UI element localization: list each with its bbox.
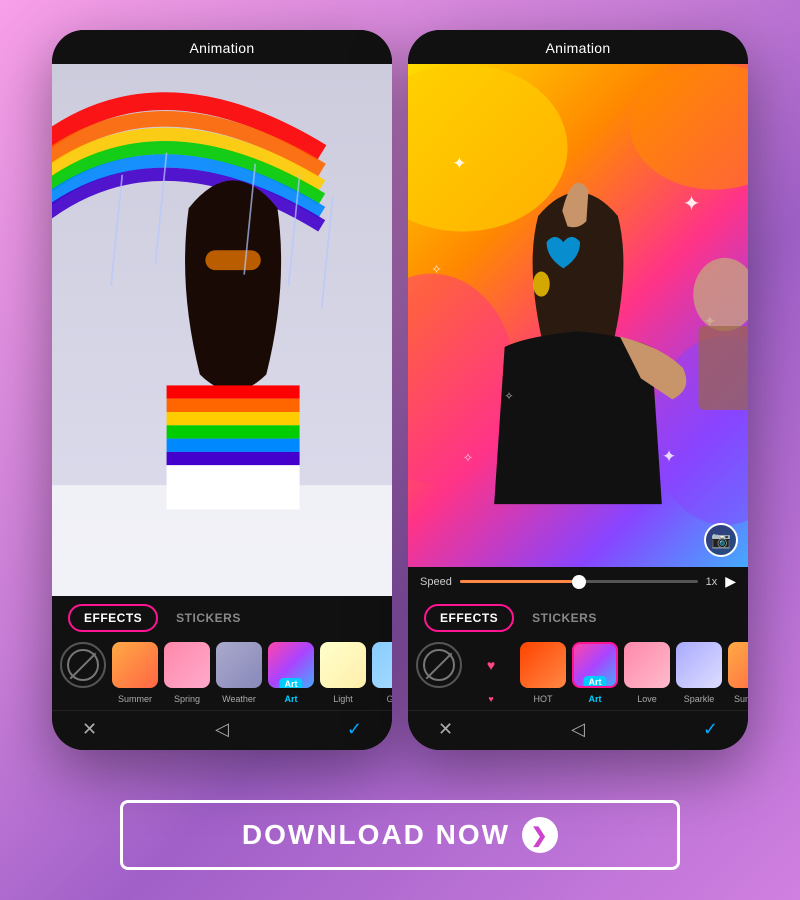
right-effect-art[interactable]: Art xyxy=(572,642,618,688)
left-confirm-button[interactable]: ✓ xyxy=(347,719,362,740)
left-tabs-row: EFFECTS STICKERS xyxy=(52,596,392,638)
left-cancel-button[interactable]: ✕ xyxy=(82,719,97,740)
left-effect-weather[interactable] xyxy=(216,642,262,688)
svg-text:✧: ✧ xyxy=(505,391,514,402)
right-effect-none[interactable] xyxy=(416,642,462,688)
right-label-love: Love xyxy=(624,694,670,704)
left-effect-art[interactable]: Art xyxy=(268,642,314,688)
right-phone-image: ✦ ✦ ✧ ✦ ✧ ✦ ✧ 📷 xyxy=(408,64,748,567)
left-effect-none[interactable] xyxy=(60,642,106,688)
speed-value: 1x xyxy=(706,576,718,588)
right-cancel-button[interactable]: ✕ xyxy=(438,719,453,740)
right-phone-controls: Speed 1x ▶ EFFECTS STICKERS ♥ xyxy=(408,567,748,750)
right-label-summer: Summer xyxy=(728,694,748,704)
left-tab-stickers[interactable]: STICKERS xyxy=(162,604,255,632)
svg-text:✦: ✦ xyxy=(683,193,701,216)
speed-fill xyxy=(460,580,579,583)
left-effect-grid[interactable] xyxy=(372,642,392,688)
heart-icon: ♥ xyxy=(487,657,495,673)
right-effect-labels: ♥ HOT Art Love Sparkle Summer Spring Wea… xyxy=(408,692,748,710)
svg-text:✦: ✦ xyxy=(452,154,466,173)
right-tab-stickers[interactable]: STICKERS xyxy=(518,604,611,632)
right-label-art: Art xyxy=(572,694,618,704)
left-label-art: Art xyxy=(268,694,314,704)
right-effect-summer[interactable] xyxy=(728,642,748,688)
svg-text:✧: ✧ xyxy=(463,451,474,465)
left-bottom-actions: ✕ ◁ ✓ xyxy=(52,710,392,750)
left-art-badge: Art xyxy=(280,678,303,688)
right-effect-heart[interactable]: ♥ xyxy=(468,642,514,688)
left-erase-button[interactable]: ◁ xyxy=(215,719,229,740)
play-button[interactable]: ▶ xyxy=(725,573,736,590)
right-erase-button[interactable]: ◁ xyxy=(571,719,585,740)
download-label: DOWNLOAD NOW xyxy=(242,819,510,851)
right-effect-hot[interactable] xyxy=(520,642,566,688)
none-icon-right xyxy=(423,649,455,681)
left-label-spring: Spring xyxy=(164,694,210,704)
left-effect-spring[interactable] xyxy=(164,642,210,688)
left-label-summer: Summer xyxy=(112,694,158,704)
right-effect-love[interactable] xyxy=(624,642,670,688)
right-effects-row: ♥ Art xyxy=(408,638,748,692)
none-icon xyxy=(67,649,99,681)
speed-thumb xyxy=(572,575,586,589)
right-effect-sparkle[interactable] xyxy=(676,642,722,688)
left-label-grid: Grid xyxy=(372,694,392,704)
download-button[interactable]: DOWNLOAD NOW ❯ xyxy=(120,800,680,870)
left-phone-controls: EFFECTS STICKERS Art xyxy=(52,596,392,750)
left-label-light: Light xyxy=(320,694,366,704)
right-label-heart: ♥ xyxy=(468,694,514,704)
download-arrow-icon: ❯ xyxy=(522,817,558,853)
speed-track[interactable] xyxy=(460,580,698,583)
right-phone-header: Animation xyxy=(408,30,748,64)
right-label-sparkle: Sparkle xyxy=(676,694,722,704)
download-section: DOWNLOAD NOW ❯ xyxy=(20,785,780,880)
right-label-hot: HOT xyxy=(520,694,566,704)
left-phone-header: Animation xyxy=(52,30,392,64)
right-tab-effects[interactable]: EFFECTS xyxy=(424,604,514,632)
svg-text:✧: ✧ xyxy=(431,263,442,277)
speed-label: Speed xyxy=(420,576,452,588)
right-art-badge: Art xyxy=(584,676,607,688)
left-effects-row: Art xyxy=(52,638,392,692)
left-tab-effects[interactable]: EFFECTS xyxy=(68,604,158,632)
left-label-weather: Weather xyxy=(216,694,262,704)
phones-container: Animation xyxy=(52,30,748,785)
left-effect-labels: Summer Spring Weather Art Light Grid Fal… xyxy=(52,692,392,710)
right-phone: Animation xyxy=(408,30,748,750)
left-phone-image xyxy=(52,64,392,596)
left-effect-light[interactable] xyxy=(320,642,366,688)
left-phone: Animation xyxy=(52,30,392,750)
speed-bar: Speed 1x ▶ xyxy=(408,567,748,596)
right-bottom-actions: ✕ ◁ ✓ xyxy=(408,710,748,750)
right-camera-button[interactable]: 📷 xyxy=(704,523,738,557)
right-confirm-button[interactable]: ✓ xyxy=(703,719,718,740)
left-effect-summer[interactable] xyxy=(112,642,158,688)
right-tabs-row: EFFECTS STICKERS xyxy=(408,596,748,638)
svg-text:✦: ✦ xyxy=(662,447,676,466)
